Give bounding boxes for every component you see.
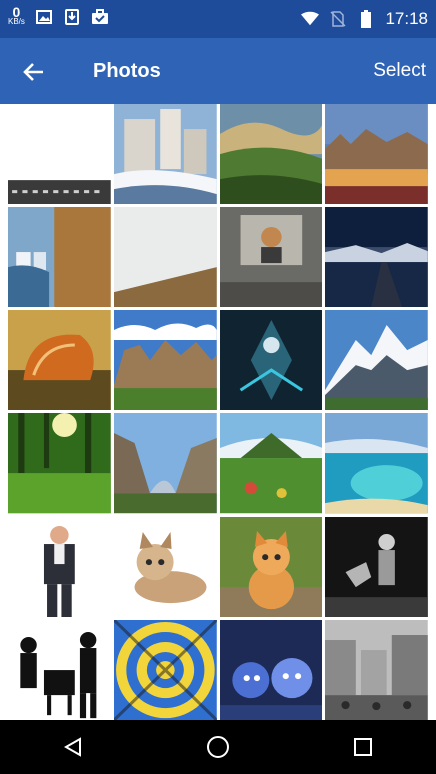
no-sim-icon: [329, 11, 347, 27]
page-title: Photos: [93, 60, 161, 82]
nav-back-button[interactable]: [49, 723, 97, 771]
back-triangle-icon: [63, 737, 81, 757]
photo-thumbnail[interactable]: [219, 310, 323, 411]
photo-thumbnail[interactable]: [8, 104, 111, 205]
photo-thumbnail[interactable]: [219, 413, 323, 514]
photo-grid: [8, 104, 428, 720]
briefcase-icon: [91, 9, 109, 25]
nav-home-button[interactable]: [194, 723, 242, 771]
photo-thumbnail[interactable]: [325, 310, 428, 411]
photo-thumbnail[interactable]: [113, 413, 217, 514]
photo-thumbnail[interactable]: [219, 619, 323, 720]
photo-thumbnail[interactable]: [325, 207, 428, 308]
recents-square-icon: [354, 738, 373, 756]
network-speed: 0 KB/s: [8, 4, 25, 27]
network-speed-value: 0: [12, 4, 21, 20]
network-speed-unit: KB/s: [8, 17, 25, 26]
download-icon: [63, 9, 81, 25]
photo-thumbnail[interactable]: [325, 413, 428, 514]
photo-thumbnail[interactable]: [8, 310, 111, 411]
select-button[interactable]: Select: [373, 60, 426, 82]
photo-thumbnail[interactable]: [113, 516, 217, 617]
photo-thumbnail[interactable]: [113, 310, 217, 411]
clock: 17:18: [385, 9, 428, 28]
navigation-bar: [0, 720, 436, 774]
photo-thumbnail[interactable]: [325, 104, 428, 205]
photo-thumbnail[interactable]: [113, 104, 217, 205]
nav-recents-button[interactable]: [339, 723, 387, 771]
photo-thumbnail[interactable]: [113, 207, 217, 308]
photo-thumbnail[interactable]: [8, 413, 111, 514]
photo-thumbnail[interactable]: [219, 516, 323, 617]
photo-thumbnail[interactable]: [219, 104, 323, 205]
photo-thumbnail[interactable]: [8, 516, 111, 617]
image-icon: [35, 9, 53, 25]
photo-thumbnail[interactable]: [325, 619, 428, 720]
status-bar: 0 KB/s 17:18: [0, 0, 436, 38]
photo-thumbnail[interactable]: [8, 619, 111, 720]
photo-thumbnail[interactable]: [113, 619, 217, 720]
wifi-icon: [301, 11, 320, 27]
app-bar: Photos Select: [0, 38, 436, 104]
battery-icon: [357, 10, 375, 28]
home-circle-icon: [206, 736, 229, 758]
status-right: 17:18: [301, 9, 428, 29]
back-button[interactable]: [18, 56, 50, 88]
photo-thumbnail[interactable]: [219, 207, 323, 308]
arrow-back-icon: [23, 63, 43, 81]
photo-thumbnail[interactable]: [8, 207, 111, 308]
photo-thumbnail[interactable]: [325, 516, 428, 617]
status-left: 0 KB/s: [8, 4, 109, 27]
